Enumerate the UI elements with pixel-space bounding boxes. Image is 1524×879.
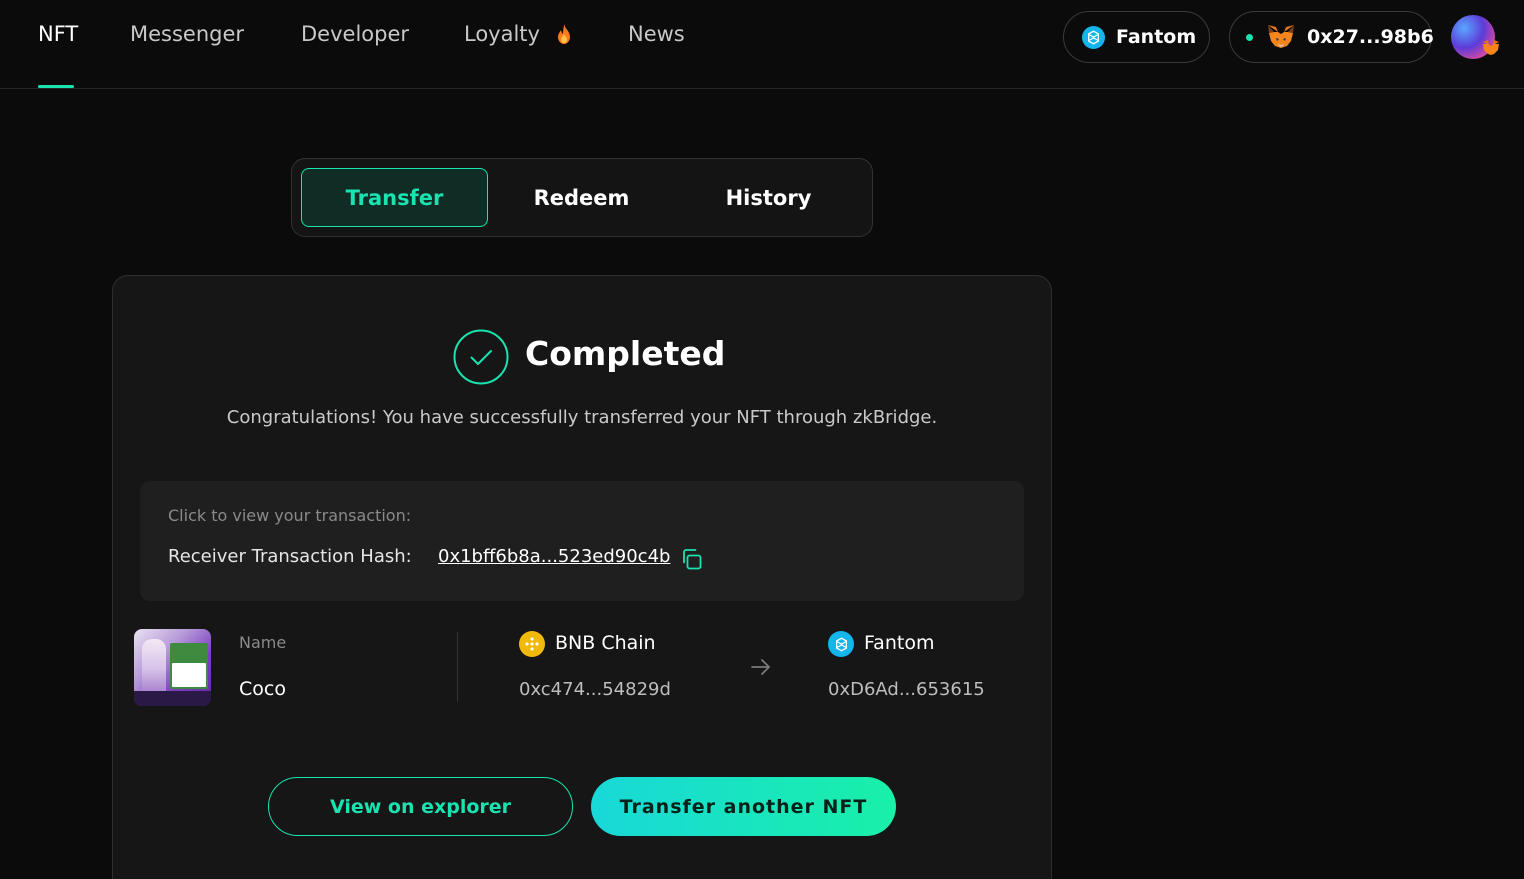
receiver-tx-hash-label: Receiver Transaction Hash:	[168, 546, 412, 567]
nft-name: Coco	[239, 678, 286, 700]
receiver-tx-hash-link[interactable]: 0x1bff6b8a...523ed90c4b	[438, 546, 670, 567]
wallet-address: 0x27...98b6	[1307, 26, 1434, 48]
bridge-tabs: Transfer Redeem History	[291, 158, 873, 237]
nft-thumbnail-figure	[142, 639, 166, 699]
nav-item-messenger[interactable]: Messenger	[130, 22, 244, 52]
nav-active-indicator	[38, 85, 74, 88]
fantom-icon	[1082, 25, 1105, 49]
nav-item-nft[interactable]: NFT	[38, 22, 78, 52]
nft-thumbnail	[134, 629, 211, 706]
check-circle-icon	[453, 329, 509, 385]
tab-transfer[interactable]: Transfer	[301, 168, 488, 227]
source-address: 0xc474...54829d	[519, 679, 671, 700]
view-on-explorer-button[interactable]: View on explorer	[268, 777, 573, 836]
network-label: Fantom	[1116, 26, 1197, 48]
bnb-icon	[519, 631, 545, 657]
source-chain-name: BNB Chain	[555, 632, 656, 654]
top-navigation-bar: NFT Messenger Developer Loyalty News Fan…	[0, 0, 1524, 89]
tab-history[interactable]: History	[675, 168, 862, 227]
nav-item-loyalty-label: Loyalty	[464, 22, 540, 46]
tab-redeem[interactable]: Redeem	[488, 168, 675, 227]
nav-item-loyalty[interactable]: Loyalty	[464, 22, 571, 52]
wallet-button[interactable]: 0x27...98b6	[1229, 11, 1434, 63]
nav-item-developer[interactable]: Developer	[301, 22, 409, 52]
transfer-another-nft-button[interactable]: Transfer another NFT	[591, 777, 896, 836]
avatar-badge-icon	[1483, 40, 1499, 55]
connected-status-dot	[1246, 33, 1253, 41]
completed-title: Completed	[525, 334, 726, 373]
destination-chain-name: Fantom	[864, 632, 935, 654]
nft-name-label: Name	[239, 633, 287, 652]
network-selector-button[interactable]: Fantom	[1063, 11, 1210, 63]
flame-icon	[557, 24, 570, 44]
fantom-icon	[828, 631, 854, 657]
transaction-hint: Click to view your transaction:	[168, 506, 412, 525]
completed-message: Congratulations! You have successfully t…	[226, 407, 938, 428]
nft-thumbnail-base	[134, 691, 211, 706]
nft-thumbnail-panel-inner	[172, 663, 206, 687]
copy-icon[interactable]	[680, 547, 704, 571]
arrow-right-icon	[751, 659, 770, 675]
row-divider	[457, 632, 458, 702]
metamask-fox-icon	[1268, 25, 1294, 48]
nav-item-news[interactable]: News	[628, 22, 685, 52]
transaction-box	[140, 481, 1024, 601]
destination-address: 0xD6Ad...653615	[828, 679, 985, 700]
